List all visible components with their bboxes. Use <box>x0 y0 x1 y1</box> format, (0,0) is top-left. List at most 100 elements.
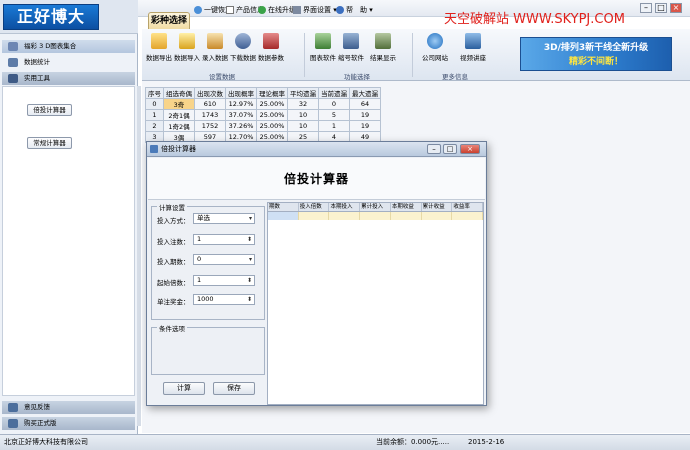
odd-even-stats-table: 序号 组选奇偶 出现次数 出现概率 理论概率 平均遗漏 当前遗漏 最大遗漏 0 … <box>145 87 381 143</box>
result-grid[interactable]: 期数 投入倍数 本期投入 累计投入 本期收益 累计收益 收益率 <box>267 202 484 405</box>
column-header[interactable]: 序号 <box>145 87 164 99</box>
result-display-button[interactable]: 结果显示 <box>366 33 400 69</box>
table-cell: 2 <box>145 120 164 132</box>
banner-line-2: 精彩不间断！ <box>568 57 623 67</box>
ribbon-separator <box>412 33 413 77</box>
column-header[interactable]: 出现概率 <box>225 87 257 99</box>
column-header[interactable]: 平均遗漏 <box>287 87 319 99</box>
tools-icon <box>8 74 18 83</box>
grid-cell[interactable] <box>390 212 422 220</box>
ribbon-separator <box>304 33 305 77</box>
restore-icon <box>194 6 202 14</box>
table-row[interactable]: 2 1奇2偶 1752 37.26% 25.00% 10 1 19 <box>145 120 381 132</box>
grid-column-header[interactable]: 投入倍数 <box>299 203 330 211</box>
download-data-button[interactable]: 下载数据 <box>228 33 258 69</box>
dialog-header: 倍投计算器 <box>148 158 485 200</box>
menu-help[interactable]: 帮 <box>336 4 353 16</box>
table-cell: 25.00% <box>256 120 288 132</box>
save-button[interactable]: 保存 <box>213 382 255 395</box>
chevron-down-icon: ▾ <box>248 215 252 222</box>
stepper-arrows-icon[interactable]: ⬍ <box>247 295 252 304</box>
chart-collection-icon <box>8 42 18 51</box>
reduce-number-button[interactable]: 缩号软件 <box>336 33 366 69</box>
menu-online-update[interactable]: 在线升级 <box>258 4 296 16</box>
grid-cell[interactable] <box>298 212 330 220</box>
watermark-text: 天空破解站 WWW.SKYPJ.COM <box>444 12 625 27</box>
multiplier-calculator-button[interactable]: 倍投计算器 <box>27 104 72 116</box>
condition-options-group: 条件选项 <box>151 323 265 375</box>
table-row[interactable]: 0 3奇 610 12.97% 25.00% 32 0 64 <box>145 98 381 110</box>
menu-help-dropdown[interactable]: 助 ▾ <box>360 4 373 16</box>
export-data-button[interactable]: 数据导出 <box>144 33 174 69</box>
promo-banner[interactable]: 3D/排列3新干线全新升级 精彩不间断！ <box>520 37 672 71</box>
sidebar-item-tools[interactable]: 实用工具 <box>2 72 135 85</box>
purchase-icon <box>8 419 18 428</box>
enter-data-button[interactable]: 录入数据 <box>200 33 230 69</box>
grid-new-row[interactable] <box>268 212 484 220</box>
calculate-button[interactable]: 计算 <box>163 382 205 395</box>
grid-column-header[interactable]: 本期收益 <box>391 203 422 211</box>
stepper-arrows-icon[interactable]: ⬍ <box>247 276 252 285</box>
column-header[interactable]: 组选奇偶 <box>163 87 195 99</box>
column-header[interactable]: 当前遗漏 <box>318 87 350 99</box>
bet-count-stepper[interactable]: 1 ⬍ <box>193 234 255 245</box>
table-row[interactable]: 1 2奇1偶 1743 37.07% 25.00% 10 5 19 <box>145 109 381 121</box>
menu-ui-settings[interactable]: 界面设置 ▾ <box>293 4 337 16</box>
grid-cell[interactable] <box>329 212 361 220</box>
column-header[interactable]: 理论概率 <box>256 87 288 99</box>
grid-cell[interactable] <box>421 212 453 220</box>
table-cell: 10 <box>287 109 319 121</box>
minimize-button[interactable]: – <box>640 3 652 13</box>
import-data-button[interactable]: 数据导入 <box>172 33 202 69</box>
video-lecture-button[interactable]: 视频讲座 <box>458 33 488 69</box>
grid-cell[interactable] <box>268 212 299 220</box>
grid-column-header[interactable]: 累计收益 <box>422 203 453 211</box>
table-cell: 10 <box>287 120 319 132</box>
company-website-button[interactable]: 公司网站 <box>420 33 450 69</box>
prize-stepper[interactable]: 1000 ⬍ <box>193 294 255 305</box>
group-label: 条件选项 <box>157 323 187 333</box>
sidebar-item-purchase[interactable]: 购买正式版 <box>2 417 135 430</box>
field-label-start-multiple: 起始倍数： <box>157 279 190 287</box>
group-label-functions: 功能选择 <box>344 73 370 81</box>
sidebar-item-statistics[interactable]: 数据统计 <box>2 56 135 69</box>
logo-area: 正好博大 <box>0 0 138 34</box>
dialog-minimize-button[interactable]: – <box>427 144 441 154</box>
grid-column-header[interactable]: 期数 <box>268 203 299 211</box>
table-cell: 12.97% <box>225 98 257 110</box>
grid-column-header[interactable]: 收益率 <box>452 203 484 211</box>
start-multiple-stepper[interactable]: 1 ⬍ <box>193 275 255 286</box>
dialog-maximize-button[interactable]: □ <box>443 144 457 154</box>
import-icon <box>179 33 195 49</box>
table-cell: 37.07% <box>225 109 257 121</box>
input-mode-select[interactable]: 单选 ▾ <box>193 213 255 224</box>
field-label-input-mode: 投入方式： <box>157 217 190 225</box>
dialog-close-button[interactable]: × <box>460 144 480 154</box>
grid-column-header[interactable]: 累计投入 <box>360 203 391 211</box>
sidebar-item-feedback[interactable]: 意见反馈 <box>2 401 135 414</box>
column-header[interactable]: 最大遗漏 <box>349 87 381 99</box>
chart-software-button[interactable]: 图表软件 <box>308 33 338 69</box>
table-cell: 2奇1偶 <box>163 109 195 121</box>
grid-column-header[interactable]: 本期投入 <box>329 203 361 211</box>
table-cell: 3奇 <box>163 98 195 110</box>
app-logo: 正好博大 <box>3 4 99 30</box>
group-label-settings: 设置数据 <box>209 73 235 81</box>
table-cell: 19 <box>349 120 381 132</box>
close-button[interactable]: × <box>670 3 682 13</box>
sidebar-item-3d-charts[interactable]: 福彩 3 D图表集合 <box>2 40 135 53</box>
tab-lottery-select[interactable]: 彩种选择 <box>148 12 190 29</box>
table-cell: 1奇2偶 <box>163 120 195 132</box>
grid-cell[interactable] <box>360 212 391 220</box>
splitter-handle[interactable] <box>137 86 141 426</box>
data-params-button[interactable]: 数据参数 <box>256 33 286 69</box>
table-cell: 25.00% <box>256 109 288 121</box>
standard-calculator-button[interactable]: 常规计算器 <box>27 137 72 149</box>
grid-cell[interactable] <box>452 212 484 220</box>
dialog-title: 倍投计算器 <box>161 145 196 153</box>
column-header[interactable]: 出现次数 <box>194 87 226 99</box>
stepper-arrows-icon[interactable]: ⬍ <box>247 235 252 244</box>
periods-select[interactable]: 0 ▾ <box>193 254 255 265</box>
maximize-button[interactable]: □ <box>655 3 667 13</box>
table-cell: 19 <box>349 109 381 121</box>
